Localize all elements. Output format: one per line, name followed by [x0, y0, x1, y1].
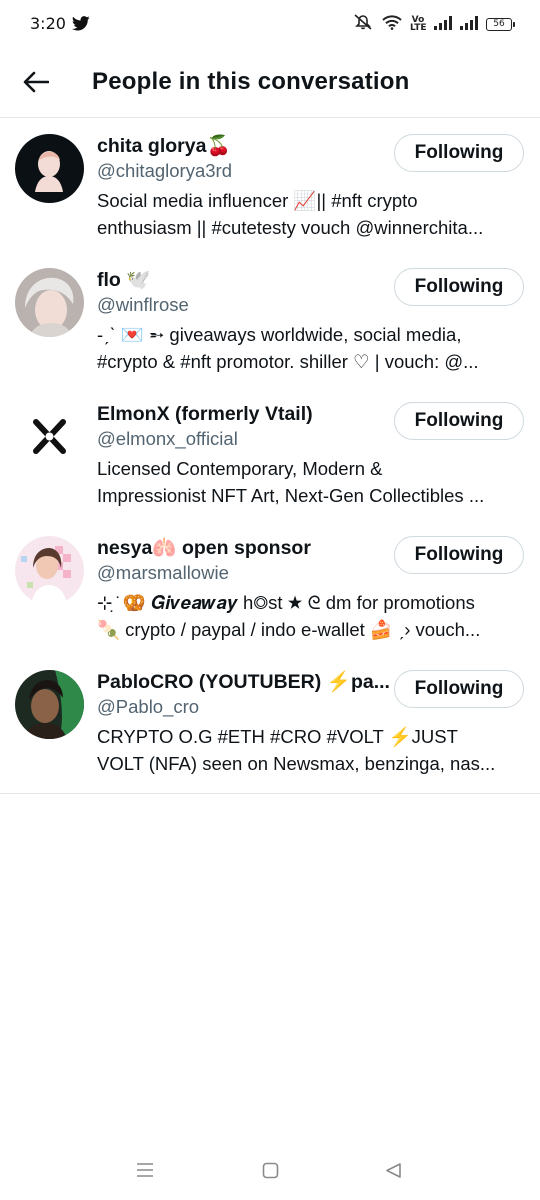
bio-line: -ˏˋ 💌 ➵ giveaways worldwide, social medi… — [97, 324, 462, 345]
list-item[interactable]: ElmonX (formerly Vtail) @elmonx_official… — [0, 387, 540, 521]
volte-indicator: Vo LTE — [410, 15, 427, 33]
following-button[interactable]: Following — [394, 268, 524, 306]
signal-icon — [434, 15, 452, 34]
following-button[interactable]: Following — [394, 670, 524, 708]
home-square-icon — [262, 1162, 279, 1183]
bio: ⊹ ̣̇ 🥨 𝑮𝒊𝒗𝒆𝒂𝒘𝒂𝒚 h◎st ★ ᘓ dm for promotio… — [97, 589, 523, 643]
bio: -ˏˋ 💌 ➵ giveaways worldwide, social medi… — [97, 321, 523, 375]
menu-icon — [136, 1162, 154, 1182]
display-name: nesya🫁 open sponsor — [97, 537, 311, 559]
mute-icon — [352, 14, 374, 34]
following-button[interactable]: Following — [394, 134, 524, 172]
system-nav-bar — [0, 1144, 540, 1200]
status-time: 3:20 — [30, 14, 66, 33]
system-back-button[interactable] — [379, 1158, 407, 1186]
avatar[interactable] — [15, 670, 84, 739]
avatar[interactable] — [15, 402, 84, 471]
signal-icon — [460, 15, 478, 34]
bio-line: 🍡 crypto / paypal / indo e-wallet 🍰 ˏ› v… — [97, 619, 481, 640]
bio: CRYPTO O.G #ETH #CRO #VOLT ⚡JUST VOLT (N… — [97, 723, 523, 777]
people-list: chita glorya🍒 @chitaglorya3rd Social med… — [0, 119, 540, 794]
following-button[interactable]: Following — [394, 536, 524, 574]
list-item[interactable]: chita glorya🍒 @chitaglorya3rd Social med… — [0, 119, 540, 253]
display-name: ElmonX (formerly Vtail) — [97, 403, 313, 425]
bio-line: enthusiasm || #cutetesty vouch @winnerch… — [97, 217, 484, 238]
bio-line: Licensed Contemporary, Modern & — [97, 458, 383, 479]
back-triangle-icon — [385, 1162, 402, 1183]
page-title: People in this conversation — [92, 68, 410, 95]
bio: Licensed Contemporary, Modern & Impressi… — [97, 455, 523, 509]
bio-line: VOLT (NFA) seen on Newsmax, benzinga, na… — [97, 753, 496, 774]
status-icons: Vo LTE 56 — [352, 14, 515, 34]
header: People in this conversation — [0, 48, 540, 118]
display-name: chita glorya🍒 — [97, 135, 231, 157]
bio-line: Impressionist NFT Art, Next-Gen Collecti… — [97, 485, 485, 506]
list-item[interactable]: PabloCRO (YOUTUBER) ⚡pa... @Pablo_cro CR… — [0, 655, 540, 793]
avatar[interactable] — [15, 536, 84, 605]
list-item[interactable]: flo 🕊️ @winflrose -ˏˋ 💌 ➵ giveaways worl… — [0, 253, 540, 387]
home-button[interactable] — [256, 1158, 284, 1186]
bio-line: CRYPTO O.G #ETH #CRO #VOLT ⚡JUST — [97, 726, 458, 747]
avatar[interactable] — [15, 268, 84, 337]
twitter-bird-icon — [71, 16, 90, 35]
list-item[interactable]: nesya🫁 open sponsor @marsmallowie ⊹ ̣̇ 🥨… — [0, 521, 540, 655]
menu-button[interactable] — [131, 1158, 159, 1186]
display-name: flo 🕊️ — [97, 269, 151, 291]
following-button[interactable]: Following — [394, 402, 524, 440]
back-button[interactable] — [20, 68, 52, 100]
status-bar: 3:20 Vo LTE 56 — [0, 0, 540, 48]
display-name: PabloCRO (YOUTUBER) ⚡pa... — [97, 671, 390, 693]
battery-icon: 56 — [486, 17, 515, 31]
wifi-icon — [382, 14, 402, 34]
avatar[interactable] — [15, 134, 84, 203]
bio-line: #crypto & #nft promotor. shiller ♡ | vou… — [97, 351, 479, 372]
back-arrow-icon — [23, 71, 50, 97]
bio: Social media influencer 📈|| #nft crypto … — [97, 187, 523, 241]
bio-line: Social media influencer 📈|| #nft crypto — [97, 190, 418, 211]
bio-line: ⊹ ̣̇ 🥨 𝑮𝒊𝒗𝒆𝒂𝒘𝒂𝒚 h◎st ★ ᘓ dm for promotio… — [97, 592, 475, 613]
